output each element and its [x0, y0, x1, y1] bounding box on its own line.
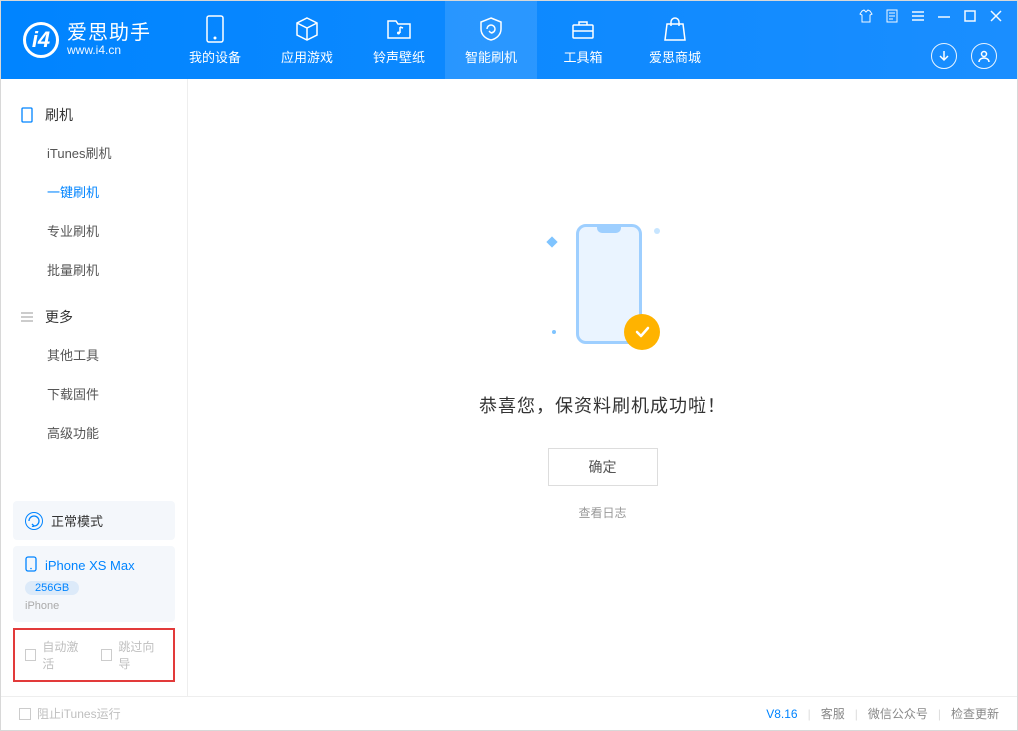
checkbox-skip-guide[interactable]: 跳过向导 — [101, 638, 163, 672]
device-type: iPhone — [25, 600, 163, 612]
checkbox-icon — [101, 649, 112, 661]
main-content: 恭喜您，保资料刷机成功啦！ 确定 查看日志 — [188, 79, 1017, 696]
device-capacity: 256GB — [25, 581, 79, 595]
device-card[interactable]: iPhone XS Max 256GB iPhone — [13, 546, 175, 622]
tab-store[interactable]: 爱思商城 — [629, 1, 721, 79]
mode-icon — [25, 512, 43, 530]
ok-button[interactable]: 确定 — [548, 448, 658, 486]
checkbox-auto-activate[interactable]: 自动激活 — [25, 638, 87, 672]
mode-label: 正常模式 — [51, 511, 103, 530]
tab-apps[interactable]: 应用游戏 — [261, 1, 353, 79]
sidebar-section-more: 更多 其他工具 下载固件 高级功能 — [1, 299, 187, 452]
device-icon — [201, 15, 229, 43]
tab-label: 智能刷机 — [465, 47, 517, 66]
device-name: iPhone XS Max — [45, 558, 135, 573]
sidebar-item-onekey-flash[interactable]: 一键刷机 — [1, 172, 187, 211]
title-bar: i4 爱思助手 www.i4.cn 我的设备 应用游戏 铃声壁纸 智能刷机 — [1, 1, 1017, 79]
tab-label: 爱思商城 — [649, 47, 701, 66]
main-tabs: 我的设备 应用游戏 铃声壁纸 智能刷机 工具箱 爱思商城 — [169, 1, 721, 79]
tab-label: 应用游戏 — [281, 47, 333, 66]
header-actions — [931, 43, 997, 69]
shirt-icon[interactable] — [859, 9, 873, 23]
music-folder-icon — [385, 15, 413, 43]
sidebar-section-flash: 刷机 iTunes刷机 一键刷机 专业刷机 批量刷机 — [1, 97, 187, 289]
app-url: www.i4.cn — [67, 44, 151, 57]
section-title: 刷机 — [45, 105, 73, 125]
status-bar: 阻止iTunes运行 V8.16 | 客服 | 微信公众号 | 检查更新 — [1, 696, 1017, 730]
logo: i4 爱思助手 www.i4.cn — [1, 22, 169, 58]
checkmark-icon — [624, 314, 660, 350]
checkbox-label: 跳过向导 — [118, 638, 163, 672]
tab-flash[interactable]: 智能刷机 — [445, 1, 537, 79]
tab-label: 铃声壁纸 — [373, 47, 425, 66]
version-label: V8.16 — [766, 707, 797, 721]
check-update-link[interactable]: 检查更新 — [951, 705, 999, 722]
tab-ringtone[interactable]: 铃声壁纸 — [353, 1, 445, 79]
view-log-link[interactable]: 查看日志 — [578, 504, 626, 521]
tab-toolbox[interactable]: 工具箱 — [537, 1, 629, 79]
section-title: 更多 — [45, 307, 73, 327]
sidebar: 刷机 iTunes刷机 一键刷机 专业刷机 批量刷机 更多 其他工具 下载固件 … — [1, 79, 188, 696]
support-link[interactable]: 客服 — [821, 705, 845, 722]
sidebar-item-other-tools[interactable]: 其他工具 — [1, 335, 187, 374]
sidebar-item-itunes-flash[interactable]: iTunes刷机 — [1, 133, 187, 172]
cube-icon — [293, 15, 321, 43]
minimize-icon[interactable] — [937, 9, 951, 23]
wechat-link[interactable]: 微信公众号 — [868, 705, 928, 722]
maximize-icon[interactable] — [963, 9, 977, 23]
checkbox-label: 自动激活 — [42, 638, 87, 672]
menu-icon[interactable] — [911, 9, 925, 23]
window-controls — [859, 9, 1003, 23]
user-button[interactable] — [971, 43, 997, 69]
toolbox-icon — [569, 15, 597, 43]
bag-icon — [661, 15, 689, 43]
download-button[interactable] — [931, 43, 957, 69]
sidebar-item-download-firmware[interactable]: 下载固件 — [1, 374, 187, 413]
shield-refresh-icon — [477, 15, 505, 43]
section-head-more: 更多 — [1, 299, 187, 335]
success-message: 恭喜您，保资料刷机成功啦！ — [479, 392, 726, 418]
sidebar-item-batch-flash[interactable]: 批量刷机 — [1, 250, 187, 289]
tab-device[interactable]: 我的设备 — [169, 1, 261, 79]
checkbox-icon — [25, 649, 36, 661]
device-phone-icon — [25, 556, 37, 575]
list-icon — [19, 309, 35, 325]
checkbox-icon — [19, 708, 31, 720]
phone-icon — [19, 107, 35, 123]
highlighted-options: 自动激活 跳过向导 — [13, 628, 175, 682]
success-panel: 恭喜您，保资料刷机成功啦！ 确定 查看日志 — [479, 214, 726, 521]
tab-label: 工具箱 — [563, 47, 602, 66]
close-icon[interactable] — [989, 9, 1003, 23]
success-illustration — [528, 214, 678, 364]
checkbox-label: 阻止iTunes运行 — [37, 705, 121, 722]
checkbox-block-itunes[interactable]: 阻止iTunes运行 — [19, 705, 121, 722]
note-icon[interactable] — [885, 9, 899, 23]
app-title: 爱思助手 — [67, 22, 151, 44]
tab-label: 我的设备 — [189, 47, 241, 66]
mode-card[interactable]: 正常模式 — [13, 501, 175, 540]
sidebar-item-advanced[interactable]: 高级功能 — [1, 413, 187, 452]
section-head-flash: 刷机 — [1, 97, 187, 133]
logo-icon: i4 — [23, 22, 59, 58]
sidebar-footer: 正常模式 iPhone XS Max 256GB iPhone 自动激活 — [1, 487, 187, 696]
sidebar-item-pro-flash[interactable]: 专业刷机 — [1, 211, 187, 250]
